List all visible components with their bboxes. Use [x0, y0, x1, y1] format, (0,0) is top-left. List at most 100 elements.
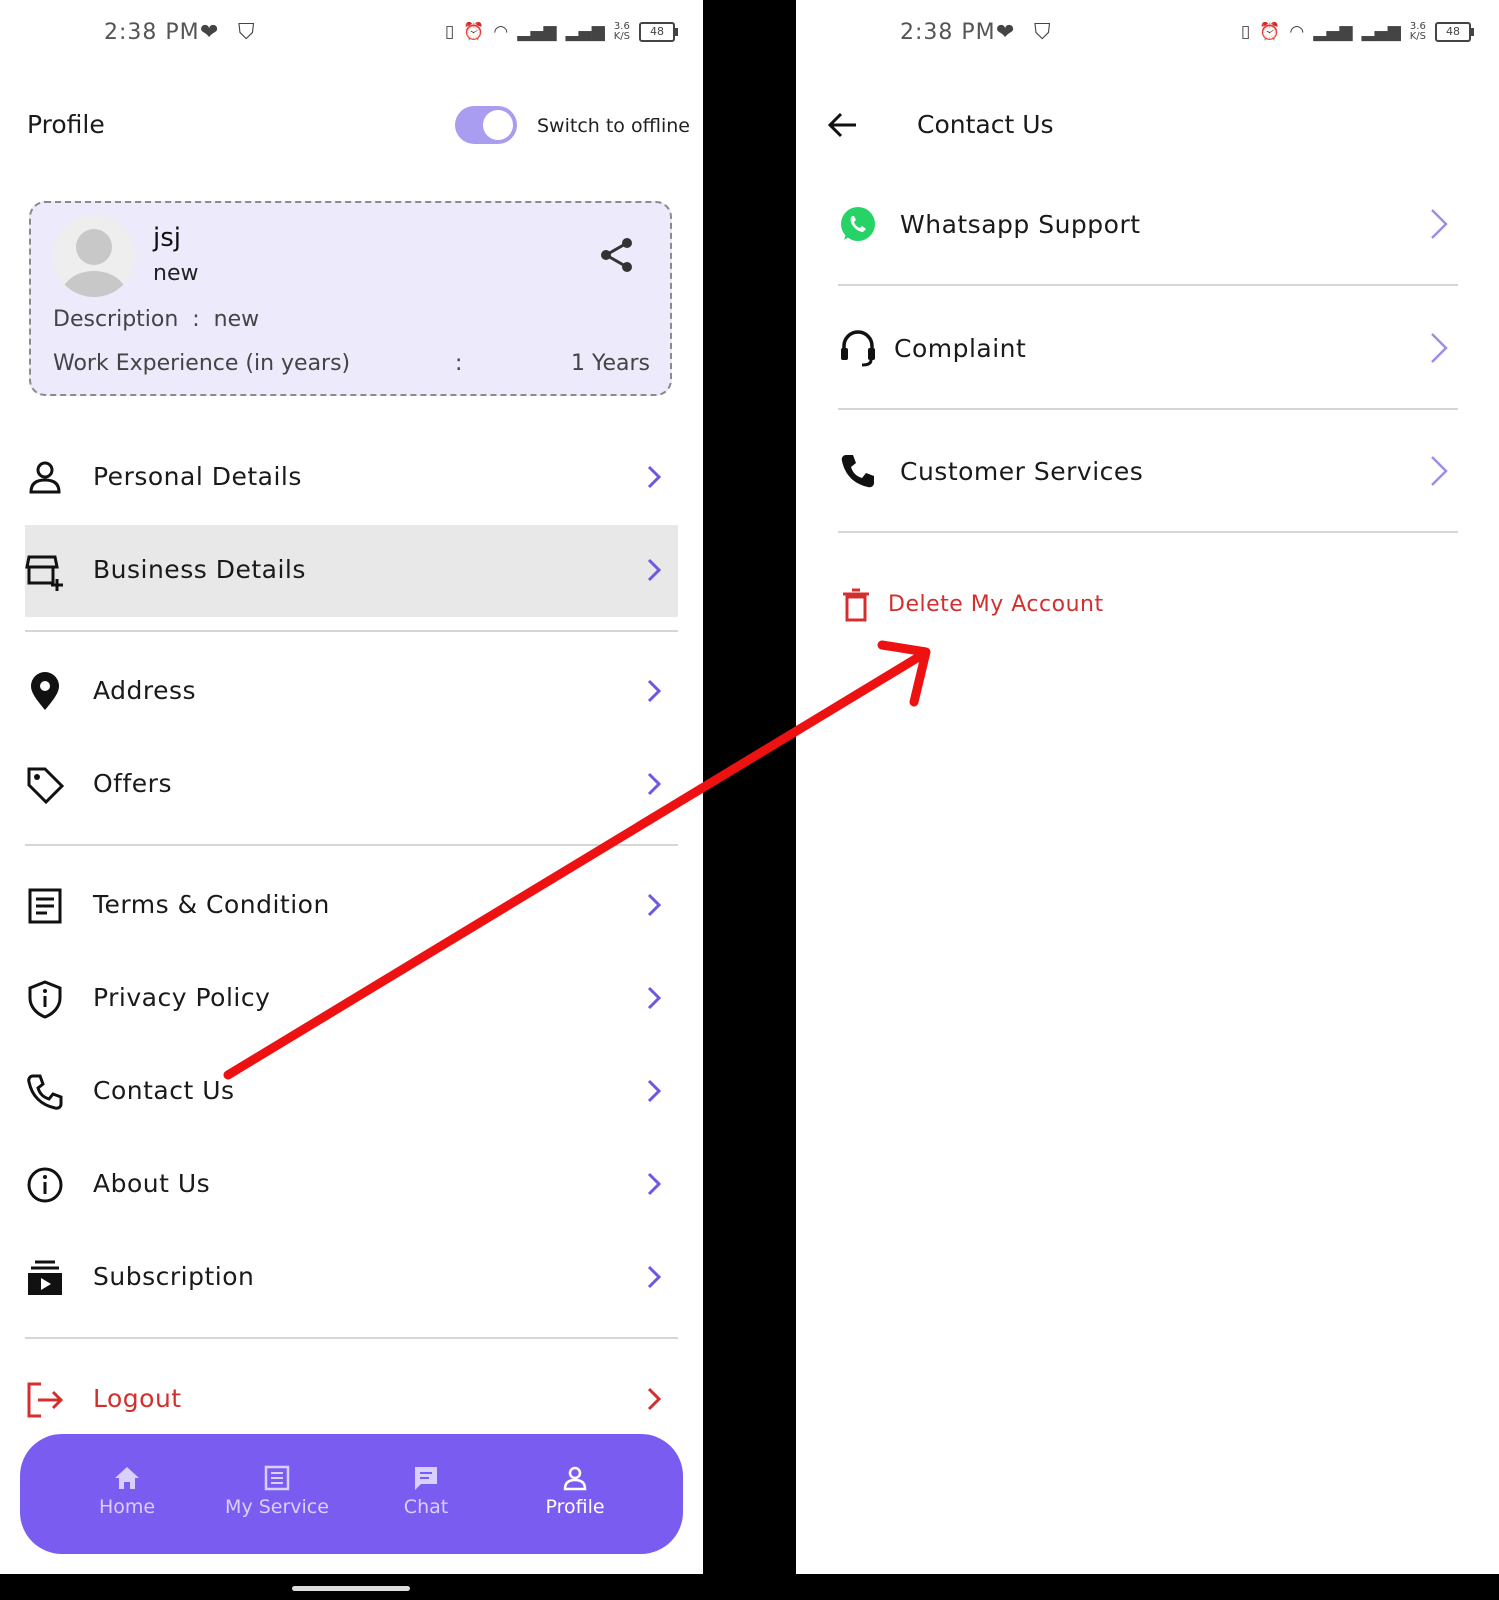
gesture-bar[interactable] — [292, 1586, 410, 1591]
menu-item-about-us[interactable]: About Us — [25, 1139, 678, 1231]
offline-toggle[interactable] — [455, 106, 517, 144]
menu-item-terms[interactable]: Terms & Condition — [25, 860, 678, 952]
alarm-icon: ⏰ — [463, 22, 485, 42]
vibrate-icon: ▯ — [1240, 22, 1251, 42]
avatar — [53, 215, 135, 297]
chevron-right-icon — [647, 465, 662, 489]
status-time: 2:38 PM — [900, 20, 996, 45]
bottom-navigation: Home My Service Chat Profile — [20, 1434, 683, 1554]
menu-item-contact-us[interactable]: Contact Us — [25, 1046, 678, 1138]
page-title: Contact Us — [917, 110, 1054, 139]
divider — [838, 284, 1458, 286]
home-icon — [115, 1467, 139, 1489]
menu-item-label: Logout — [93, 1384, 182, 1413]
divider — [25, 630, 678, 632]
experience-value: 1 Years — [570, 351, 650, 376]
menu-item-logout[interactable]: Logout — [25, 1354, 678, 1446]
divider — [838, 531, 1458, 533]
shield-info-icon — [28, 980, 62, 1019]
tab-chat[interactable]: Chat — [356, 1464, 496, 1518]
experience-colon: : — [455, 351, 463, 376]
chevron-right-icon — [647, 893, 662, 917]
profile-name: jsj — [153, 223, 181, 253]
menu-item-label: Contact Us — [93, 1076, 235, 1105]
phone-icon — [841, 455, 874, 488]
profile-screen: 2:38 PM ❤ ⛉ ▯ ⏰ ◠ ▂▄▆ ▂▄▆ 3.6 K/S 48 Prof… — [0, 0, 703, 1574]
whatsapp-icon — [841, 207, 875, 241]
status-icons: ▯ ⏰ ◠ ▂▄▆ ▂▄▆ 3.6 K/S 48 — [1240, 22, 1474, 42]
menu-item-label: Personal Details — [93, 462, 302, 491]
chevron-right-icon — [647, 1079, 662, 1103]
trash-icon — [843, 588, 869, 622]
info-icon — [27, 1167, 63, 1203]
document-icon — [28, 888, 62, 924]
signal-icon: ▂▄▆ — [1361, 22, 1401, 42]
list-icon — [264, 1465, 290, 1491]
store-add-icon — [25, 555, 63, 591]
back-arrow-icon[interactable] — [826, 108, 860, 142]
menu-item-label: Address — [93, 676, 197, 705]
status-icons: ▯ ⏰ ◠ ▂▄▆ ▂▄▆ 3.6 K/S 48 — [444, 21, 678, 42]
wifi-icon: ◠ — [1289, 22, 1305, 42]
menu-item-subscription[interactable]: Subscription — [25, 1232, 678, 1324]
tab-home[interactable]: Home — [57, 1464, 197, 1518]
chevron-right-icon — [1431, 456, 1448, 486]
chevron-right-icon — [647, 558, 662, 582]
shield-icon: ⛉ — [1034, 20, 1051, 45]
tab-label: My Service — [225, 1496, 329, 1518]
customer-services-item[interactable]: Customer Services — [838, 411, 1458, 533]
menu-item-address[interactable]: Address — [25, 646, 678, 738]
menu-item-label: Privacy Policy — [93, 983, 271, 1012]
menu-item-label: Business Details — [93, 555, 306, 584]
alarm-icon: ⏰ — [1259, 22, 1281, 42]
chevron-right-icon — [647, 986, 662, 1010]
item-label: Complaint — [894, 334, 1027, 363]
tab-profile[interactable]: Profile — [505, 1464, 645, 1518]
tab-label: Home — [98, 1496, 156, 1518]
offline-toggle-label: Switch to offline — [537, 115, 690, 137]
chevron-right-icon — [647, 1265, 662, 1289]
chevron-right-icon — [1431, 209, 1448, 239]
experience-label: Work Experience (in years) — [53, 351, 351, 376]
divider — [25, 844, 678, 846]
status-bar: 2:38 PM ❤ ⛉ ▯ ⏰ ◠ ▂▄▆ ▂▄▆ 3.6 K/S 48 — [0, 18, 703, 52]
delete-account-button[interactable]: Delete My Account — [838, 586, 1238, 626]
complaint-item[interactable]: Complaint — [838, 288, 1458, 410]
wifi-icon: ◠ — [493, 22, 509, 42]
menu-item-business-details[interactable]: Business Details — [25, 525, 678, 617]
heart-monitor-icon: ❤ — [200, 20, 219, 45]
status-bar: 2:38 PM ❤ ⛉ ▯ ⏰ ◠ ▂▄▆ ▂▄▆ 3.6 K/S 48 — [796, 18, 1499, 52]
share-icon[interactable] — [597, 235, 637, 275]
divider — [25, 1337, 678, 1339]
subscription-icon — [28, 1260, 62, 1295]
menu-item-label: Terms & Condition — [93, 890, 330, 919]
heart-monitor-icon: ❤ — [996, 20, 1015, 45]
network-speed: 3.6 K/S — [613, 21, 630, 42]
signal-icon: ▂▄▆ — [565, 22, 605, 42]
chevron-right-icon — [647, 679, 662, 703]
menu-item-label: Subscription — [93, 1262, 255, 1291]
headset-icon — [841, 330, 875, 367]
menu-item-offers[interactable]: Offers — [25, 739, 678, 831]
location-pin-icon — [31, 672, 59, 710]
menu-item-label: About Us — [93, 1169, 211, 1198]
person-icon — [563, 1466, 587, 1491]
menu-item-personal-details[interactable]: Personal Details — [25, 432, 678, 524]
profile-description: Description : new — [53, 307, 260, 332]
chevron-right-icon — [647, 772, 662, 796]
status-time: 2:38 PM — [104, 20, 200, 45]
chevron-right-icon — [647, 1387, 662, 1411]
profile-card: jsj new Description : new Work Experienc… — [29, 201, 672, 396]
phone-icon — [27, 1074, 63, 1110]
toggle-knob — [483, 110, 513, 140]
item-label: Whatsapp Support — [900, 210, 1141, 239]
whatsapp-support-item[interactable]: Whatsapp Support — [838, 164, 1458, 286]
page-title: Profile — [27, 110, 105, 139]
menu-item-privacy-policy[interactable]: Privacy Policy — [25, 953, 678, 1045]
logout-icon — [27, 1382, 64, 1418]
signal-icon: ▂▄▆ — [517, 22, 557, 42]
tab-my-service[interactable]: My Service — [207, 1464, 347, 1518]
vibrate-icon: ▯ — [444, 22, 455, 42]
contact-us-screen: 2:38 PM ❤ ⛉ ▯ ⏰ ◠ ▂▄▆ ▂▄▆ 3.6 K/S 48 Cont… — [796, 0, 1499, 1574]
person-icon — [29, 461, 61, 494]
